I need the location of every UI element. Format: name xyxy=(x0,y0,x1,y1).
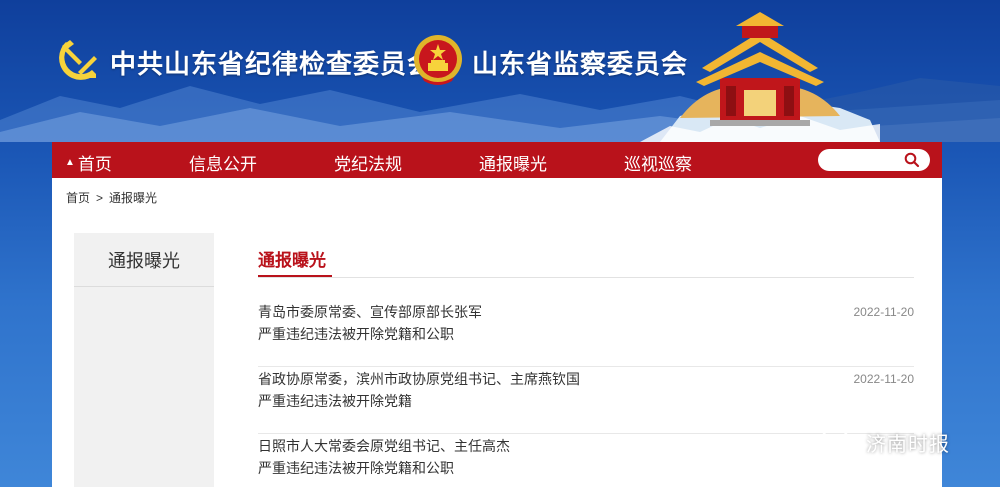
search-icon[interactable] xyxy=(904,152,920,168)
section-title-underline xyxy=(258,275,332,277)
nav-item-reports[interactable]: 通报曝光 xyxy=(479,150,547,175)
breadcrumb-separator: > xyxy=(96,191,104,205)
site-title-commission: 中共山东省纪律检查委员会 xyxy=(110,50,435,80)
search-input[interactable] xyxy=(826,152,898,168)
article-title-line2: 严重违纪违法被开除党籍 xyxy=(258,393,412,409)
search-box xyxy=(818,149,930,171)
main-nav: ▲ 首页 信息公开 党纪法规 通报曝光 巡视巡察 xyxy=(52,142,942,178)
section-title: 通报曝光 xyxy=(258,251,326,270)
site-header: 中共山东省纪律检查委员会 山东省监察委员会 xyxy=(0,0,1000,142)
breadcrumb: 首页 > 通报曝光 xyxy=(66,189,157,206)
nav-item-label: 首页 xyxy=(77,155,112,174)
article-title-line2: 严重违纪违法被开除党籍和公职 xyxy=(258,460,454,476)
article-item[interactable]: 青岛市委原常委、宣传部原部长张军 严重违纪违法被开除党籍和公职 2022-11-… xyxy=(258,301,914,367)
article-item[interactable]: 省政协原常委，滨州市政协原党组书记、主席燕钦国 严重违纪违法被开除党籍 2022… xyxy=(258,368,914,434)
article-date: 2022-11-20 xyxy=(853,305,915,319)
nav-item-home[interactable]: ▲ 首页 xyxy=(65,150,112,175)
pavilion-illustration xyxy=(640,12,880,142)
article-date: 2022-11-20 xyxy=(853,372,915,386)
article-title-line1: 省政协原常委，滨州市政协原党组书记、主席燕钦国 xyxy=(258,371,580,387)
article-item[interactable]: 日照市人大常委会原党组书记、主任高杰 严重违纪违法被开除党籍和公职 xyxy=(258,435,914,487)
nav-item-info-disclosure[interactable]: 信息公开 xyxy=(189,150,257,175)
breadcrumb-home-link[interactable]: 首页 xyxy=(66,189,90,206)
content-panel: 首页 > 通报曝光 通报曝光 通报曝光 青岛市委原常委、宣传部原部长张军 严重违纪违… xyxy=(52,178,942,487)
article-title-line1: 日照市人大常委会原党组书记、主任高杰 xyxy=(258,438,510,454)
article-title-line1: 青岛市委原常委、宣传部原部长张军 xyxy=(258,304,482,320)
watermark: 济南时报 xyxy=(820,426,950,458)
sidebar: 通报曝光 xyxy=(74,233,214,487)
sidebar-item-reports[interactable]: 通报曝光 xyxy=(74,233,214,287)
watermark-text: 济南时报 xyxy=(866,431,950,456)
nav-item-inspection[interactable]: 巡视巡察 xyxy=(624,150,692,175)
article-title-line2: 严重违纪违法被开除党籍和公职 xyxy=(258,326,454,342)
national-emblem-icon xyxy=(414,35,462,85)
nav-item-regulations[interactable]: 党纪法规 xyxy=(334,150,402,175)
section-divider xyxy=(258,277,914,278)
breadcrumb-current[interactable]: 通报曝光 xyxy=(109,189,157,206)
party-emblem-icon xyxy=(59,40,97,80)
house-icon: ▲ xyxy=(65,157,75,168)
wechat-logo-icon xyxy=(821,428,859,455)
